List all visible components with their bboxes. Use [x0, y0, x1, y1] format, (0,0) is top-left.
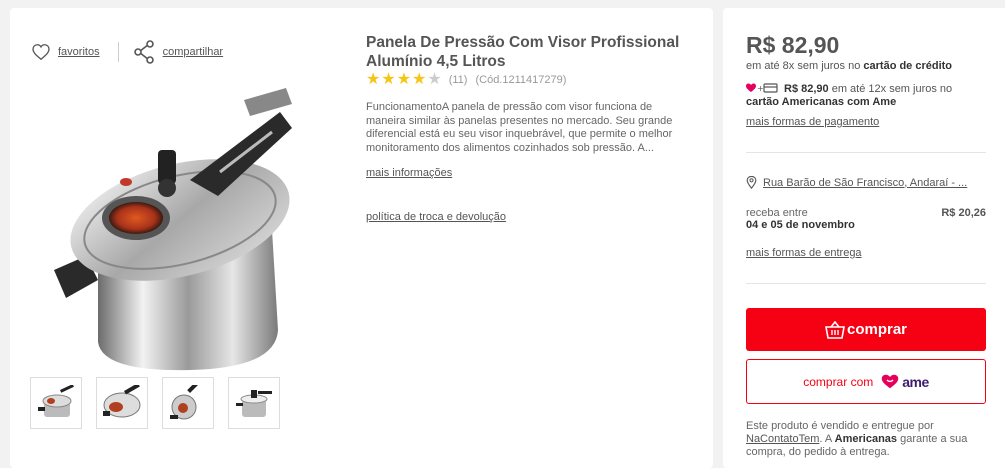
ame-logo-text: ame [902, 373, 929, 390]
seller-prefix: Este produto é vendido e entregue por [746, 420, 934, 432]
delivery-address[interactable]: Rua Barão de São Francisco, Andaraí - ..… [746, 176, 986, 189]
seller-info: Este produto é vendido e entregue por Na… [746, 420, 986, 459]
thumbnail-image [236, 390, 272, 417]
ame-card: cartão Americanas com Ame [746, 96, 897, 108]
ame-price: R$ 82,90 [784, 83, 829, 95]
star-filled-icon: ★ [396, 71, 412, 88]
reviews-count: (11) [448, 74, 468, 86]
seller-link[interactable]: NaContatoTem [746, 433, 819, 445]
ame-logo: ame [881, 374, 929, 390]
installments-info: em até 8x sem juros no cartão de crédito [746, 60, 952, 72]
return-policy-link[interactable]: política de troca e devolução [366, 211, 506, 223]
favorites-button[interactable]: favoritos [32, 44, 100, 60]
share-button[interactable]: compartilhar [133, 40, 224, 64]
product-code: (Cód.1211417279) [475, 74, 567, 86]
divider [746, 152, 986, 153]
store-brand: Americanas [834, 433, 898, 445]
buy-box: R$ 82,90 em até 8x sem juros no cartão d… [723, 8, 1005, 468]
ame-text: em até 12x sem juros no [828, 83, 953, 95]
thumbnail-strip [30, 377, 294, 429]
buy-with-ame-button[interactable]: comprar com ame [746, 359, 986, 404]
installments-text: em até 8x sem juros no [746, 60, 864, 72]
seller-middle: . A [819, 433, 835, 445]
star-filled-icon: ★ [366, 71, 381, 88]
more-payment-link[interactable]: mais formas de pagamento [746, 116, 879, 128]
price: R$ 82,90 [746, 32, 840, 58]
ame-offer: + R$ 82,90 em até 12x sem juros no cartã… [746, 83, 986, 109]
star-filled-icon: ★ [381, 71, 396, 88]
shipping-fee: R$ 20,26 [941, 207, 986, 219]
share-icon [133, 40, 154, 64]
product-card: favoritos compartilhar Panela De Pressão… [10, 8, 713, 468]
product-title: Panela De Pressão Com Visor Profissional… [366, 34, 680, 70]
share-label: compartilhar [162, 46, 224, 58]
delivery-estimate: receba entre 04 e 05 de novembro R$ 20,2… [746, 207, 986, 231]
delivery-dates: 04 e 05 de novembro [746, 219, 855, 231]
product-image[interactable] [40, 80, 292, 376]
thumbnail-2[interactable] [96, 377, 148, 429]
address-link[interactable]: Rua Barão de São Francisco, Andaraí - ..… [763, 177, 985, 189]
buy-label: comprar [846, 321, 908, 338]
more-shipping-link[interactable]: mais formas de entrega [746, 247, 862, 259]
divider [746, 283, 986, 284]
actions-divider [117, 42, 119, 62]
rating-stars: ★ ★ ★ ★ ★ [366, 72, 443, 88]
product-rating[interactable]: ★ ★ ★ ★ ★ (11) (Cód.1211417279) [366, 72, 566, 88]
buy-button[interactable]: comprar [746, 308, 986, 351]
thumbnail-image [103, 385, 141, 418]
product-description: FuncionamentoA panela de pressão com vis… [366, 101, 673, 154]
basket-icon [825, 320, 845, 339]
star-empty-icon: ★ [427, 71, 442, 88]
star-filled-icon: ★ [412, 71, 427, 88]
svg-text:+: + [757, 84, 764, 93]
thumbnail-image [170, 385, 202, 420]
heart-icon [32, 44, 50, 60]
thumbnail-3[interactable] [162, 377, 214, 429]
location-pin-icon [746, 176, 757, 189]
ame-card-icon: + [746, 83, 778, 93]
installments-card: cartão de crédito [863, 60, 953, 72]
thumbnail-1[interactable] [30, 377, 82, 429]
ame-heart-icon [881, 374, 899, 389]
product-actions: favoritos compartilhar [32, 40, 223, 64]
thumbnail-image [38, 385, 74, 417]
favorites-label: favoritos [58, 46, 100, 58]
thumbnail-4[interactable] [228, 377, 280, 429]
buy-with-label: comprar com [803, 374, 874, 389]
more-info-link[interactable]: mais informações [366, 167, 452, 179]
